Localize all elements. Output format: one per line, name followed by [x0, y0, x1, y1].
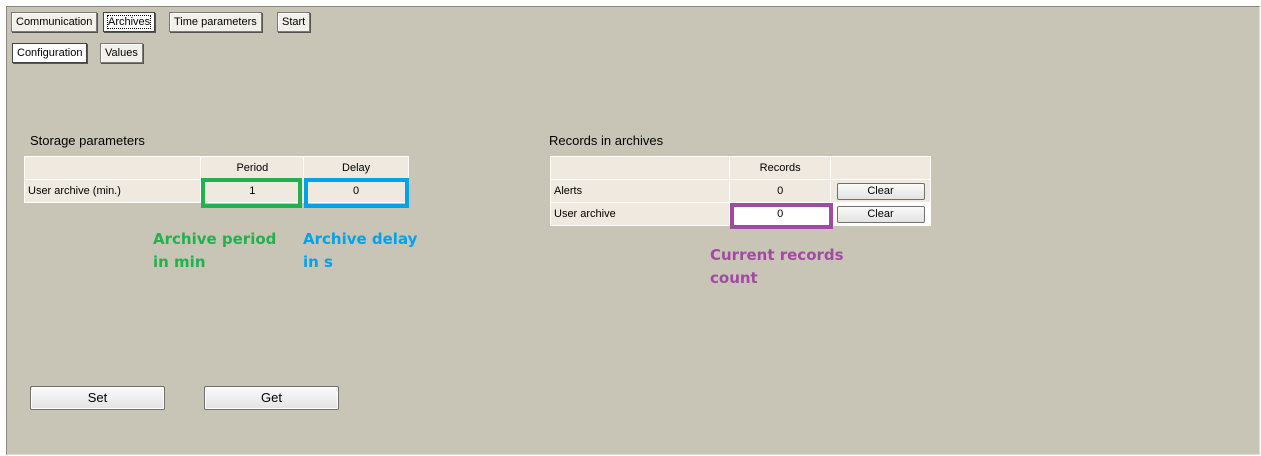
- storage-parameters-title: Storage parameters: [30, 133, 145, 148]
- period-highlight: [201, 178, 302, 208]
- records-count-alerts: 0: [729, 179, 831, 203]
- archives-panel: Communication Archives Time parameters S…: [6, 6, 1260, 455]
- storage-header-delay: Delay: [303, 156, 409, 180]
- tab-archives[interactable]: Archives: [103, 12, 156, 32]
- records-count-highlight: [730, 203, 833, 229]
- records-title: Records in archives: [549, 133, 664, 148]
- delay-highlight: [304, 178, 409, 208]
- tab-time-parameters[interactable]: Time parameters: [169, 12, 262, 32]
- clear-user-archive-button[interactable]: Clear: [836, 205, 925, 223]
- tab-communication[interactable]: Communication: [11, 12, 98, 32]
- tab-configuration[interactable]: Configuration: [12, 43, 88, 63]
- period-note: Archive period in min: [153, 230, 277, 271]
- records-header-records: Records: [729, 156, 831, 180]
- clear-alerts-button[interactable]: Clear: [836, 182, 925, 200]
- tab-archives-label: Archives: [106, 15, 152, 29]
- get-button[interactable]: Get: [204, 386, 339, 410]
- records-note: Current records count: [710, 246, 844, 287]
- storage-row-label: User archive (min.): [23, 179, 202, 203]
- records-row-label-alerts: Alerts: [549, 179, 731, 203]
- set-button[interactable]: Set: [30, 386, 165, 410]
- records-row-label-user-archive: User archive: [549, 202, 731, 226]
- tab-values[interactable]: Values: [100, 43, 143, 63]
- records-header-actions: [830, 156, 931, 180]
- storage-header-blank: [23, 156, 202, 180]
- tab-start[interactable]: Start: [277, 12, 311, 32]
- storage-header-period: Period: [200, 156, 305, 180]
- delay-note: Archive delay in s: [303, 230, 418, 271]
- records-header-blank: [549, 156, 731, 180]
